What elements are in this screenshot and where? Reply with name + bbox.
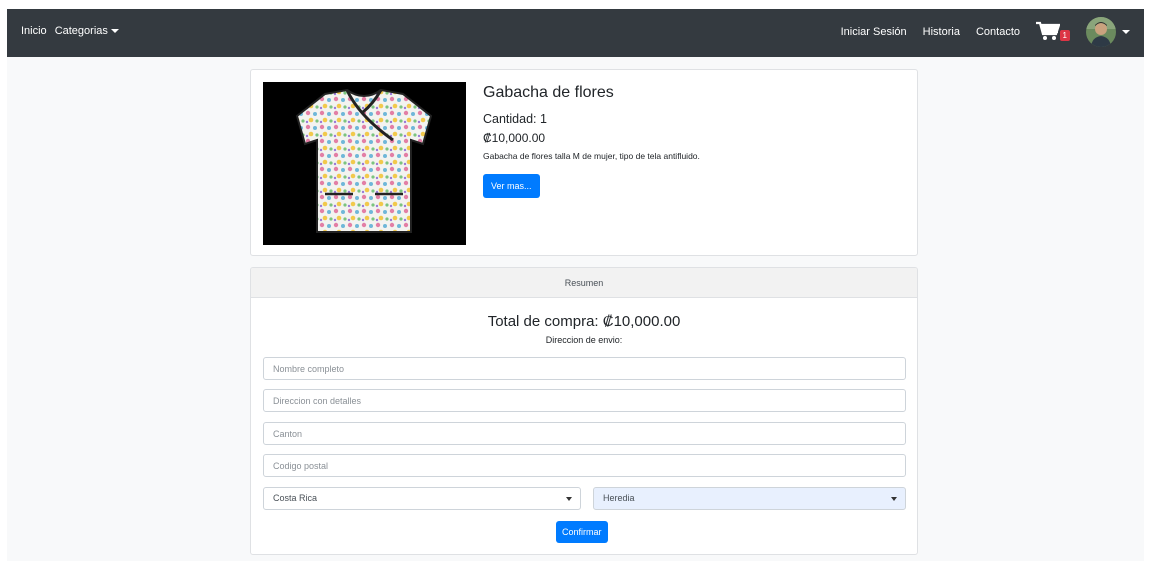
cart-button[interactable]: 1 <box>1036 21 1070 43</box>
view-more-button[interactable]: Ver mas... <box>483 174 540 198</box>
chevron-down-icon <box>891 497 897 501</box>
nav-contact-link[interactable]: Contacto <box>976 26 1020 38</box>
nav-login-link[interactable]: Iniciar Sesión <box>841 26 907 38</box>
cart-count-badge: 1 <box>1059 30 1070 41</box>
shipping-address-label: Direccion de envio: <box>545 335 623 345</box>
product-title: Gabacha de flores <box>483 84 614 101</box>
caret-down-icon <box>1122 30 1130 34</box>
nav-left: Inicio Categorias <box>21 25 119 37</box>
confirm-button[interactable]: Confirmar <box>556 521 608 543</box>
nav-home-link[interactable]: Inicio <box>21 25 47 37</box>
navbar: Inicio Categorias Iniciar Sesión Histori… <box>7 9 1144 57</box>
nav-categories-dropdown[interactable]: Categorias <box>55 25 119 37</box>
cart-icon <box>1036 21 1061 40</box>
canton-field[interactable] <box>263 422 906 445</box>
province-select[interactable]: Heredia <box>593 487 906 510</box>
caret-down-icon <box>110 29 119 34</box>
purchase-total: Total de compra: ₡10,000.00 <box>487 313 681 330</box>
page-viewport: Inicio Categorias Iniciar Sesión Histori… <box>7 9 1144 561</box>
product-quantity: Cantidad: 1 <box>483 112 547 126</box>
product-price: ₡10,000.00 <box>483 131 546 145</box>
country-select[interactable]: Costa Rica <box>263 487 581 510</box>
country-select-value: Costa Rica <box>273 493 318 503</box>
product-description: Gabacha de flores talla M de mujer, tipo… <box>483 151 700 161</box>
summary-card: Resumen Total de compra: ₡10,000.00 Dire… <box>250 267 918 555</box>
user-avatar <box>1086 17 1116 47</box>
product-card: Gabacha de flores Cantidad: 1 ₡10,000.00… <box>250 69 918 256</box>
product-image <box>263 82 466 245</box>
postal-code-field[interactable] <box>263 454 906 477</box>
nav-right: Iniciar Sesión Historia Contacto 1 <box>841 17 1130 47</box>
chevron-down-icon <box>566 497 572 501</box>
nav-history-link[interactable]: Historia <box>923 26 960 38</box>
user-menu[interactable] <box>1086 17 1130 47</box>
nav-categories-label: Categorias <box>54 25 108 37</box>
full-name-field[interactable] <box>263 357 906 380</box>
product-info: Gabacha de flores Cantidad: 1 ₡10,000.00… <box>483 84 903 198</box>
address-field[interactable] <box>263 389 906 412</box>
summary-header: Resumen <box>251 268 917 298</box>
province-select-value: Heredia <box>603 493 635 503</box>
